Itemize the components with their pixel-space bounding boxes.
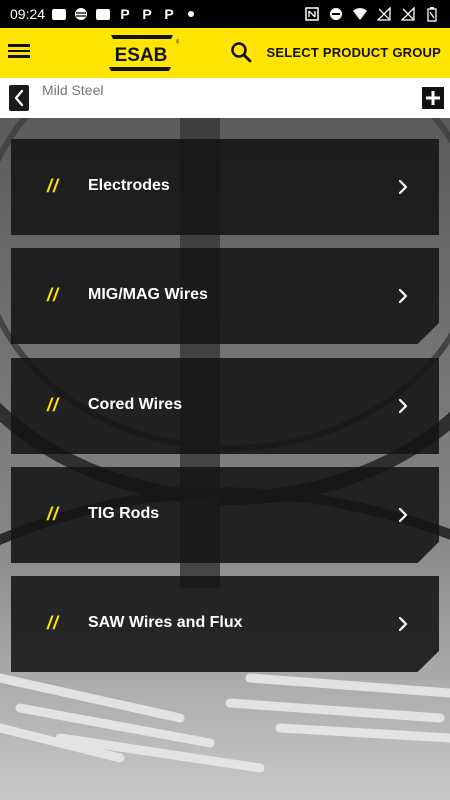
- chevron-left-icon: [14, 89, 24, 107]
- add-button[interactable]: [422, 87, 444, 109]
- hamburger-menu-icon[interactable]: [8, 41, 30, 63]
- breadcrumb: Mild Steel: [0, 78, 450, 118]
- card-label: MIG/MAG Wires: [88, 286, 208, 303]
- do-not-disturb-icon: [328, 6, 344, 22]
- nfc-icon: [304, 6, 320, 22]
- svg-text:®: ®: [176, 39, 179, 46]
- chevron-right-icon: [398, 398, 408, 414]
- dot-icon: [183, 6, 199, 22]
- plus-icon: [426, 91, 440, 105]
- search-icon[interactable]: [230, 41, 252, 63]
- slash-accent: //: [47, 504, 60, 524]
- card-label: Cored Wires: [88, 396, 183, 413]
- back-button[interactable]: [9, 85, 29, 111]
- status-left: 09:24 P P P: [10, 6, 199, 22]
- app-bar: ESAB ® SELECT PRODUCT GROUP: [0, 28, 450, 78]
- slash-accent: //: [47, 285, 60, 305]
- card-label: SAW Wires and Flux: [88, 614, 243, 631]
- signal-icon-2: [400, 6, 416, 22]
- slash-accent: //: [47, 395, 60, 415]
- card-label: TIG Rods: [88, 505, 160, 522]
- mail-icon: [51, 6, 67, 22]
- category-card-saw-wires-and-flux[interactable]: // SAW Wires and Flux: [11, 576, 439, 672]
- status-right: [304, 6, 440, 22]
- category-card-cored-wires[interactable]: // Cored Wires: [11, 358, 439, 454]
- att-icon: [73, 6, 89, 22]
- svg-text:ESAB: ESAB: [115, 45, 168, 66]
- chevron-right-icon: [398, 616, 408, 632]
- esab-logo: ESAB ®: [103, 32, 181, 74]
- slash-accent: //: [47, 613, 60, 633]
- battery-icon: [424, 6, 440, 22]
- parking-app-icon-2: P: [142, 6, 152, 22]
- category-card-electrodes[interactable]: // Electrodes: [11, 139, 439, 235]
- image-icon: [95, 6, 111, 22]
- select-product-group-button[interactable]: SELECT PRODUCT GROUP: [267, 45, 441, 60]
- chevron-right-icon: [398, 288, 408, 304]
- chevron-right-icon: [398, 179, 408, 195]
- category-card-tig-rods[interactable]: // TIG Rods: [11, 467, 439, 563]
- category-card-mig-mag-wires[interactable]: // MIG/MAG Wires: [11, 248, 439, 344]
- status-bar: 09:24 P P P: [0, 0, 450, 28]
- parking-app-icon-3: P: [164, 6, 174, 22]
- chevron-right-icon: [398, 507, 408, 523]
- signal-icon: [376, 6, 392, 22]
- parking-app-icon: P: [120, 6, 130, 22]
- breadcrumb-label: Mild Steel: [42, 82, 104, 98]
- wifi-icon: [352, 6, 368, 22]
- slash-accent: //: [47, 176, 60, 196]
- card-label: Electrodes: [88, 177, 170, 194]
- status-time: 09:24: [10, 6, 46, 22]
